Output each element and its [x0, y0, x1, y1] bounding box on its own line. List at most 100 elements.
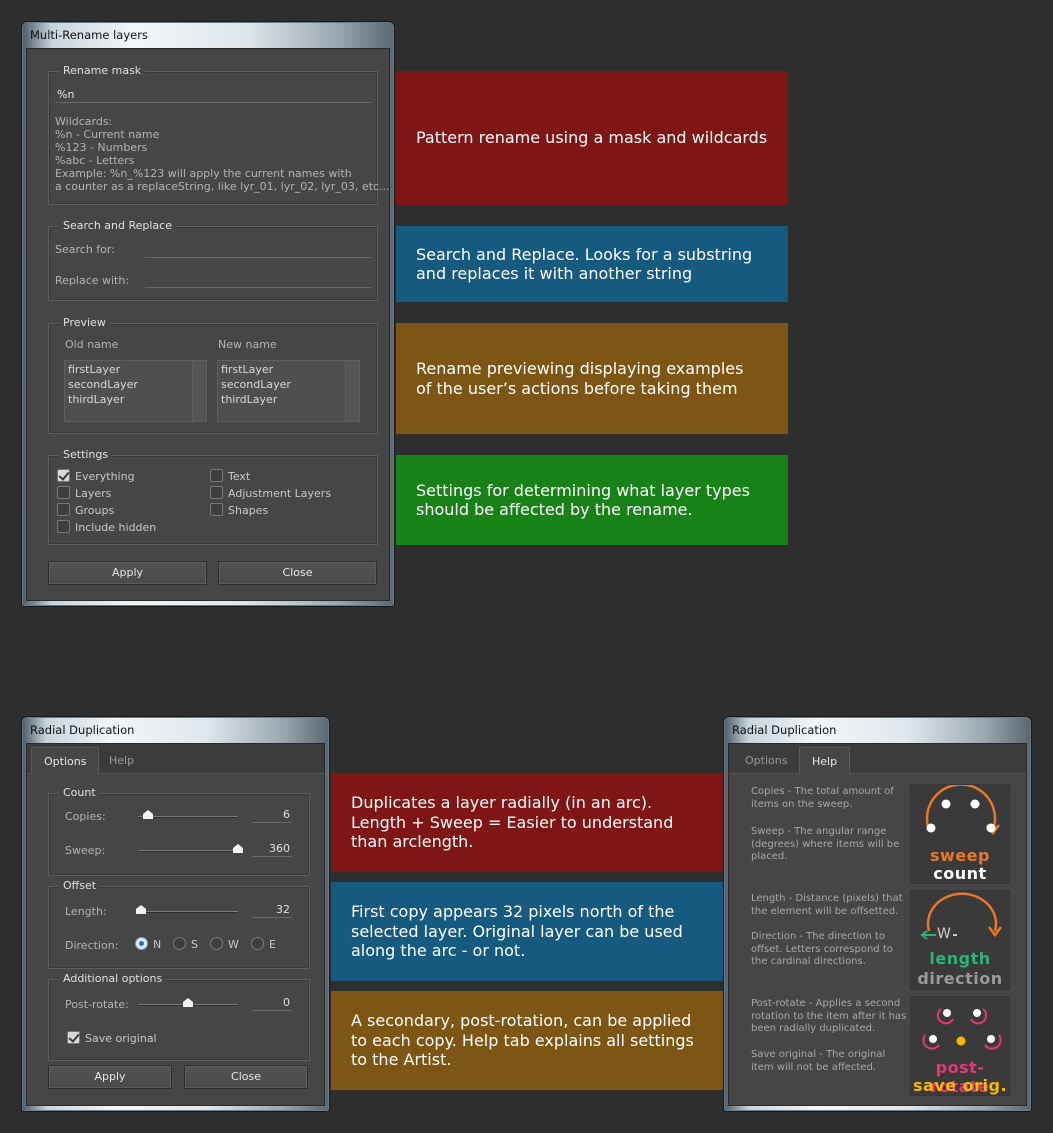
rename-mask-group: Rename mask %n Wildcards: %n - Current n…: [48, 64, 389, 205]
new-name-list[interactable]: firstLayer secondLayer thirdLayer: [217, 360, 360, 422]
groups-label: Groups: [75, 504, 115, 517]
direction-w-radio[interactable]: [210, 937, 223, 950]
include-hidden-label: Include hidden: [75, 521, 157, 534]
post-rotate-illustration: post-rotate save orig.: [910, 996, 1010, 1096]
groups-checkbox[interactable]: [57, 503, 70, 516]
wildcard-example: Example: %n_%123 will apply the current …: [55, 167, 352, 180]
list-item: firstLayer: [68, 363, 121, 376]
help-length-text: Length - Distance (pixels) that the elem…: [751, 893, 903, 917]
help-post-rotate-text: Post-rotate - Applies a second rotation …: [751, 998, 907, 1034]
count-word: count: [933, 864, 987, 883]
help-sweep-text: Sweep - The angular range (degrees) wher…: [751, 826, 900, 862]
sweep-arc-icon: [925, 785, 1000, 836]
length-label: Length:: [65, 905, 107, 918]
group-title: Rename mask: [59, 64, 146, 78]
replace-input[interactable]: [145, 273, 371, 288]
annotation-offset: First copy appears 32 pixels north of th…: [331, 882, 723, 981]
shapes-checkbox[interactable]: [210, 503, 223, 516]
annotation-text: A secondary, post-rotation, can be appli…: [351, 1011, 694, 1070]
length-slider-thumb[interactable]: [136, 905, 146, 914]
tab-help[interactable]: Help: [799, 747, 851, 774]
direction-s-label: S: [191, 938, 198, 951]
include-hidden-checkbox[interactable]: [57, 520, 70, 533]
annotation-preview: Rename previewing displaying examples of…: [396, 323, 788, 434]
tab-options[interactable]: Options: [31, 747, 100, 774]
close-button[interactable]: Close: [218, 561, 377, 585]
list-item: secondLayer: [221, 378, 291, 391]
tab-help[interactable]: Help: [97, 747, 146, 774]
copies-slider[interactable]: [138, 816, 238, 818]
sweep-field[interactable]: 360: [252, 842, 292, 857]
search-input[interactable]: [145, 243, 371, 258]
sweep-slider-thumb[interactable]: [233, 844, 243, 853]
apply-button[interactable]: Apply: [48, 1065, 172, 1089]
mask-input[interactable]: %n: [57, 88, 74, 101]
old-name-label: Old name: [65, 338, 119, 351]
annotation-text: Settings for determining what layer type…: [416, 480, 750, 520]
offset-group: Offset Length: 32 Direction: N S W E: [48, 879, 310, 969]
length-field[interactable]: 32: [252, 903, 292, 918]
sweep-label: Sweep:: [65, 844, 106, 857]
old-name-list[interactable]: firstLayer secondLayer thirdLayer: [64, 360, 207, 422]
window-title: Multi-Rename layers: [30, 28, 148, 42]
everything-checkbox[interactable]: [57, 469, 70, 482]
tab-bar: Options Help: [729, 744, 1026, 774]
direction-e-label: E: [269, 938, 276, 951]
annotation-pattern-rename: Pattern rename using a mask and wildcard…: [396, 71, 788, 205]
annotation-settings: Settings for determining what layer type…: [396, 455, 788, 545]
close-button[interactable]: Close: [184, 1065, 308, 1089]
copies-field[interactable]: 6: [252, 808, 292, 823]
post-rotate-slider-thumb[interactable]: [183, 998, 193, 1007]
scrollbar[interactable]: [192, 361, 206, 421]
annotation-text: Duplicates a layer radially (in an arc).…: [351, 793, 674, 852]
annotation-text: Search and Replace. Looks for a substrin…: [416, 244, 753, 284]
help-direction-text: Direction - The direction to offset. Let…: [751, 931, 893, 967]
wildcard-line: %123 - Numbers: [55, 141, 148, 154]
length-direction-illustration: W length direction: [910, 890, 1010, 990]
tab-options[interactable]: Options: [733, 747, 799, 774]
direction-n-radio[interactable]: [135, 937, 148, 950]
shapes-label: Shapes: [228, 504, 269, 517]
preview-group: Preview Old name New name firstLayer sec…: [48, 316, 378, 434]
save-original-label: Save original: [85, 1032, 157, 1045]
additional-options-group: Additional options Post-rotate: 0 Save o…: [48, 972, 310, 1061]
search-replace-group: Search and Replace Search for: Replace w…: [48, 219, 378, 301]
wildcard-line: %abc - Letters: [55, 154, 135, 167]
wildcard-example: a counter as a replaceString, like lyr_0…: [55, 180, 390, 193]
group-title: Settings: [59, 448, 113, 462]
direction-n-label: N: [153, 938, 162, 951]
settings-group: Settings Everything Layers Groups Includ…: [48, 448, 378, 545]
list-item: firstLayer: [221, 363, 274, 376]
text-checkbox[interactable]: [210, 469, 223, 482]
annotation-text: Pattern rename using a mask and wildcard…: [416, 128, 768, 148]
save-orig-word: save orig.: [912, 1076, 1008, 1095]
layers-checkbox[interactable]: [57, 486, 70, 499]
direction-s-radio[interactable]: [173, 937, 186, 950]
annotation-post-rotation: A secondary, post-rotation, can be appli…: [331, 991, 723, 1090]
list-item: thirdLayer: [68, 393, 125, 406]
window-body: Rename mask %n Wildcards: %n - Current n…: [26, 48, 390, 601]
apply-button[interactable]: Apply: [48, 561, 207, 585]
replace-label: Replace with:: [55, 274, 130, 287]
window-body: Options Help Count Copies: 6 Sweep: 360 …: [26, 743, 325, 1106]
post-rotate-field[interactable]: 0: [252, 996, 292, 1011]
adjustment-layers-checkbox[interactable]: [210, 486, 223, 499]
length-slider[interactable]: [138, 911, 238, 913]
list-item: thirdLayer: [221, 393, 278, 406]
scrollbar[interactable]: [345, 361, 359, 421]
west-letter: W: [937, 926, 951, 942]
annotation-text: Rename previewing displaying examples of…: [416, 359, 744, 398]
window-title: Radial Duplication: [30, 723, 135, 737]
direction-e-radio[interactable]: [251, 937, 264, 950]
mask-input-line: [55, 102, 371, 103]
save-original-checkbox[interactable]: [67, 1031, 80, 1044]
annotation-radial-duplicate: Duplicates a layer radially (in an arc).…: [331, 773, 723, 872]
post-rotate-label: Post-rotate:: [65, 998, 129, 1011]
direction-w-label: W: [228, 938, 239, 951]
sweep-count-illustration: sweep count: [910, 784, 1010, 884]
length-arc-icon: [920, 892, 1002, 940]
wildcard-line: %n - Current name: [55, 128, 160, 141]
length-word: length: [929, 949, 991, 968]
sweep-slider[interactable]: [138, 850, 238, 852]
copies-slider-thumb[interactable]: [143, 810, 153, 819]
